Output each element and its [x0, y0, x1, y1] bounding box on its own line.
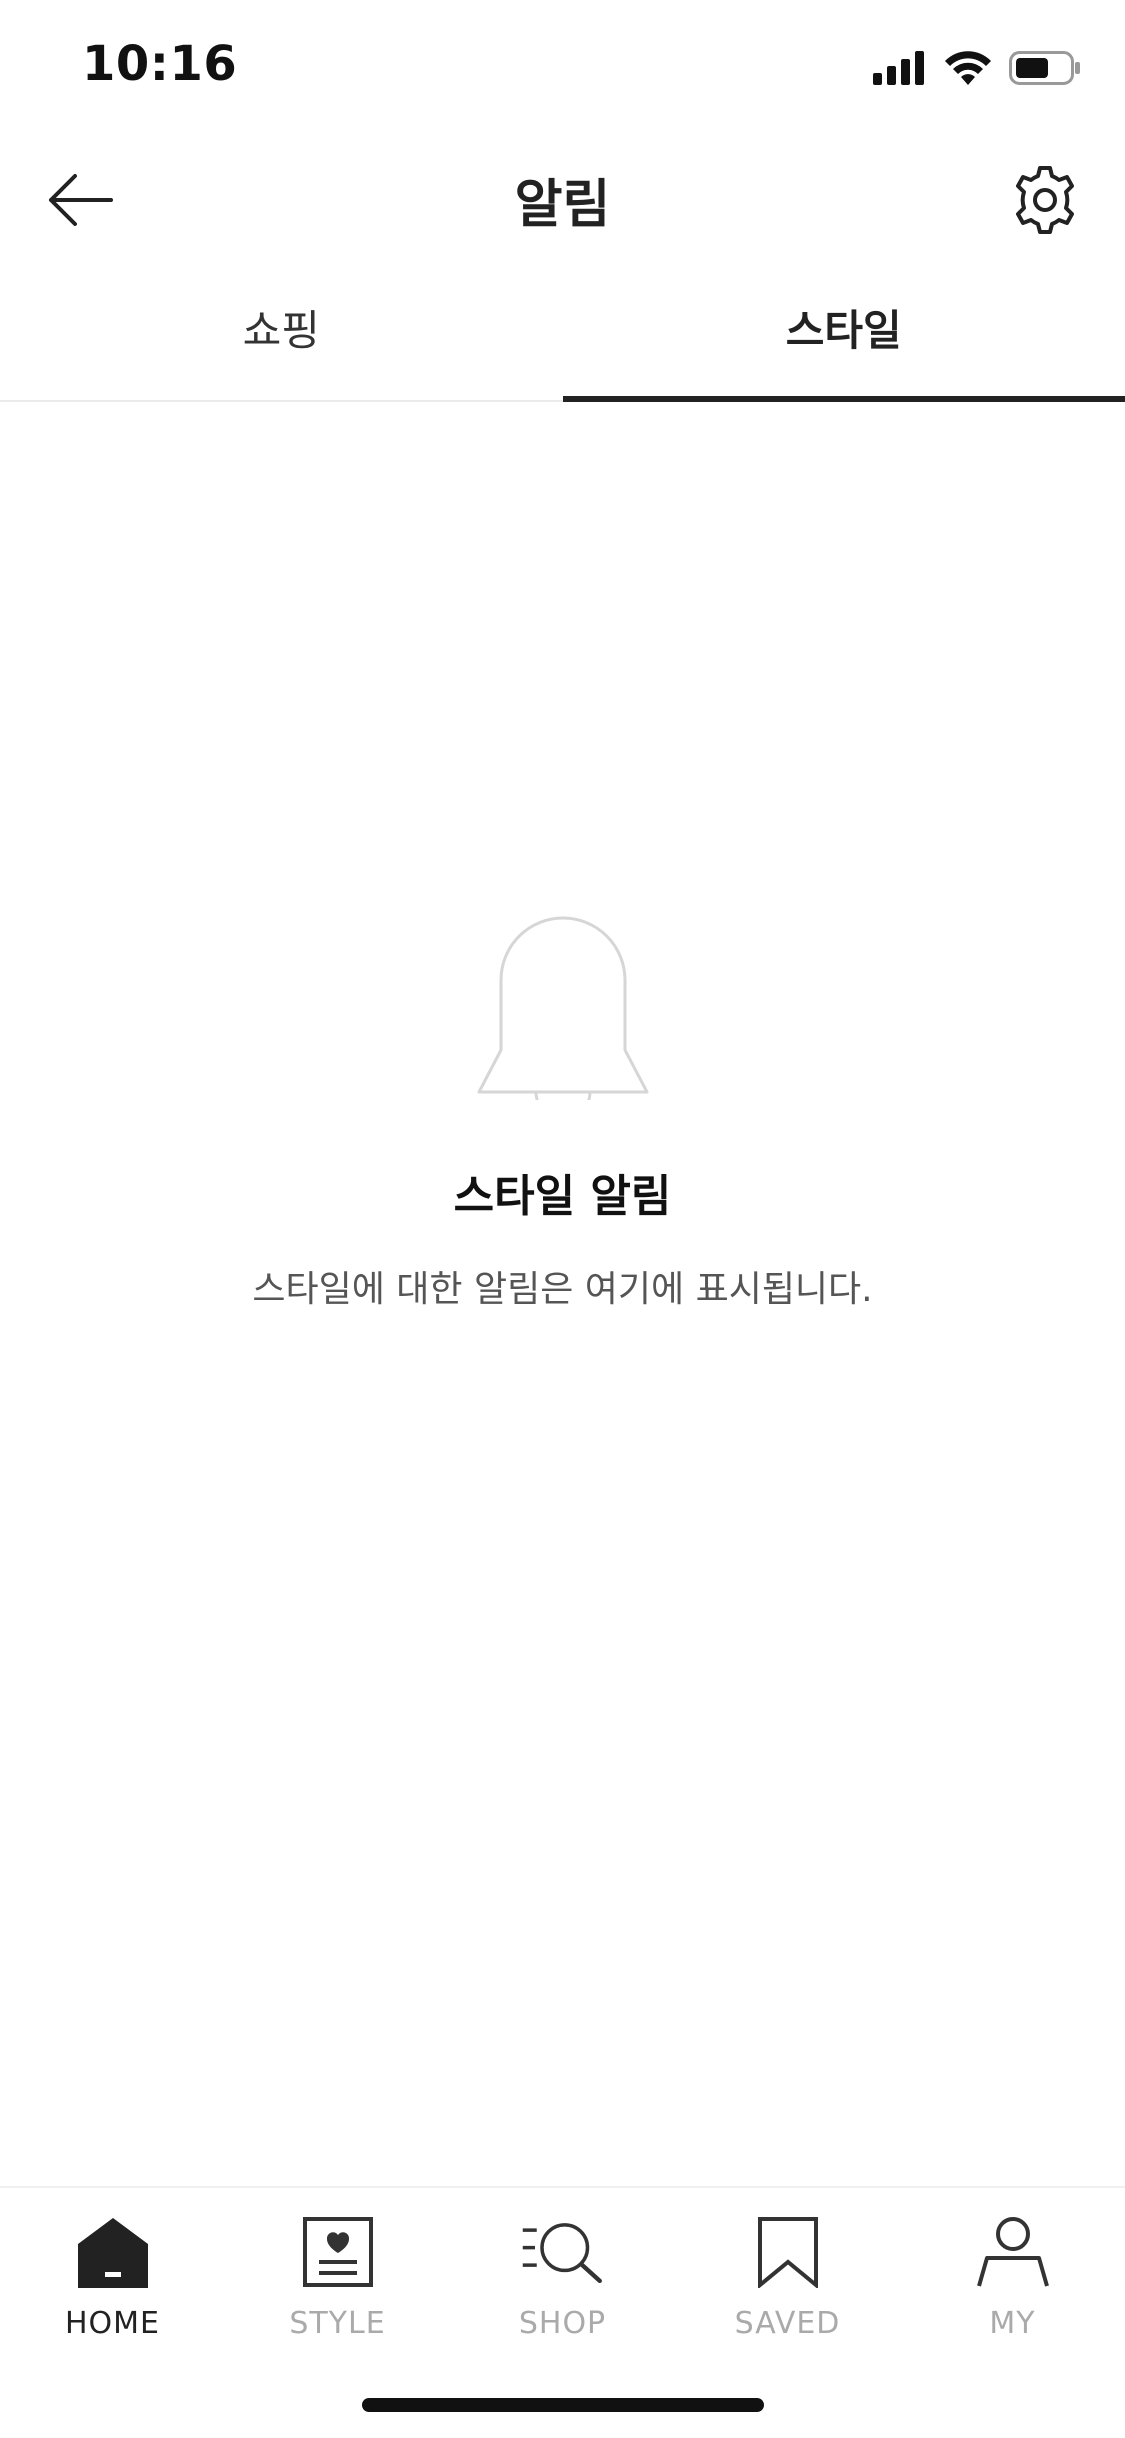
tab-style[interactable]: 스타일	[563, 262, 1125, 400]
tab-shopping[interactable]: 쇼핑	[0, 262, 563, 400]
nav-item-shop[interactable]: SHOP	[450, 2188, 675, 2348]
nav-item-saved[interactable]: SAVED	[675, 2188, 900, 2348]
status-time: 10:16	[82, 36, 237, 92]
home-indicator	[362, 2398, 764, 2412]
tab-bar: 쇼핑 스타일	[0, 262, 1125, 402]
nav-item-home[interactable]: HOME	[0, 2188, 225, 2348]
settings-button[interactable]	[1005, 160, 1085, 240]
status-bar: 10:16	[0, 0, 1125, 132]
wifi-icon	[945, 51, 991, 85]
nav-item-my[interactable]: MY	[900, 2188, 1125, 2348]
nav-label-style: STYLE	[289, 2306, 385, 2341]
empty-state-description: 스타일에 대한 알림은 여기에 표시됩니다.	[252, 1260, 872, 1312]
nav-label-home: HOME	[65, 2306, 160, 2341]
header: 알림	[0, 132, 1125, 262]
bookmark-icon	[757, 2216, 819, 2288]
bell-icon	[473, 890, 653, 1100]
style-icon	[303, 2217, 373, 2287]
page-title: 알림	[0, 162, 1125, 237]
nav-label-shop: SHOP	[519, 2306, 606, 2341]
empty-state-title: 스타일 알림	[454, 1160, 672, 1224]
bottom-nav: HOME STYLE	[0, 2186, 1125, 2438]
home-icon	[78, 2216, 148, 2288]
status-icons	[873, 48, 1081, 88]
empty-state: 스타일 알림 스타일에 대한 알림은 여기에 표시됩니다.	[0, 890, 1125, 1312]
battery-icon	[1009, 51, 1081, 85]
nav-label-saved: SAVED	[735, 2306, 841, 2341]
signal-icon	[873, 51, 927, 85]
gear-icon	[1009, 164, 1081, 236]
nav-item-style[interactable]: STYLE	[225, 2188, 450, 2348]
nav-label-my: MY	[989, 2306, 1035, 2341]
person-icon	[975, 2216, 1051, 2288]
shop-search-icon	[521, 2217, 605, 2287]
